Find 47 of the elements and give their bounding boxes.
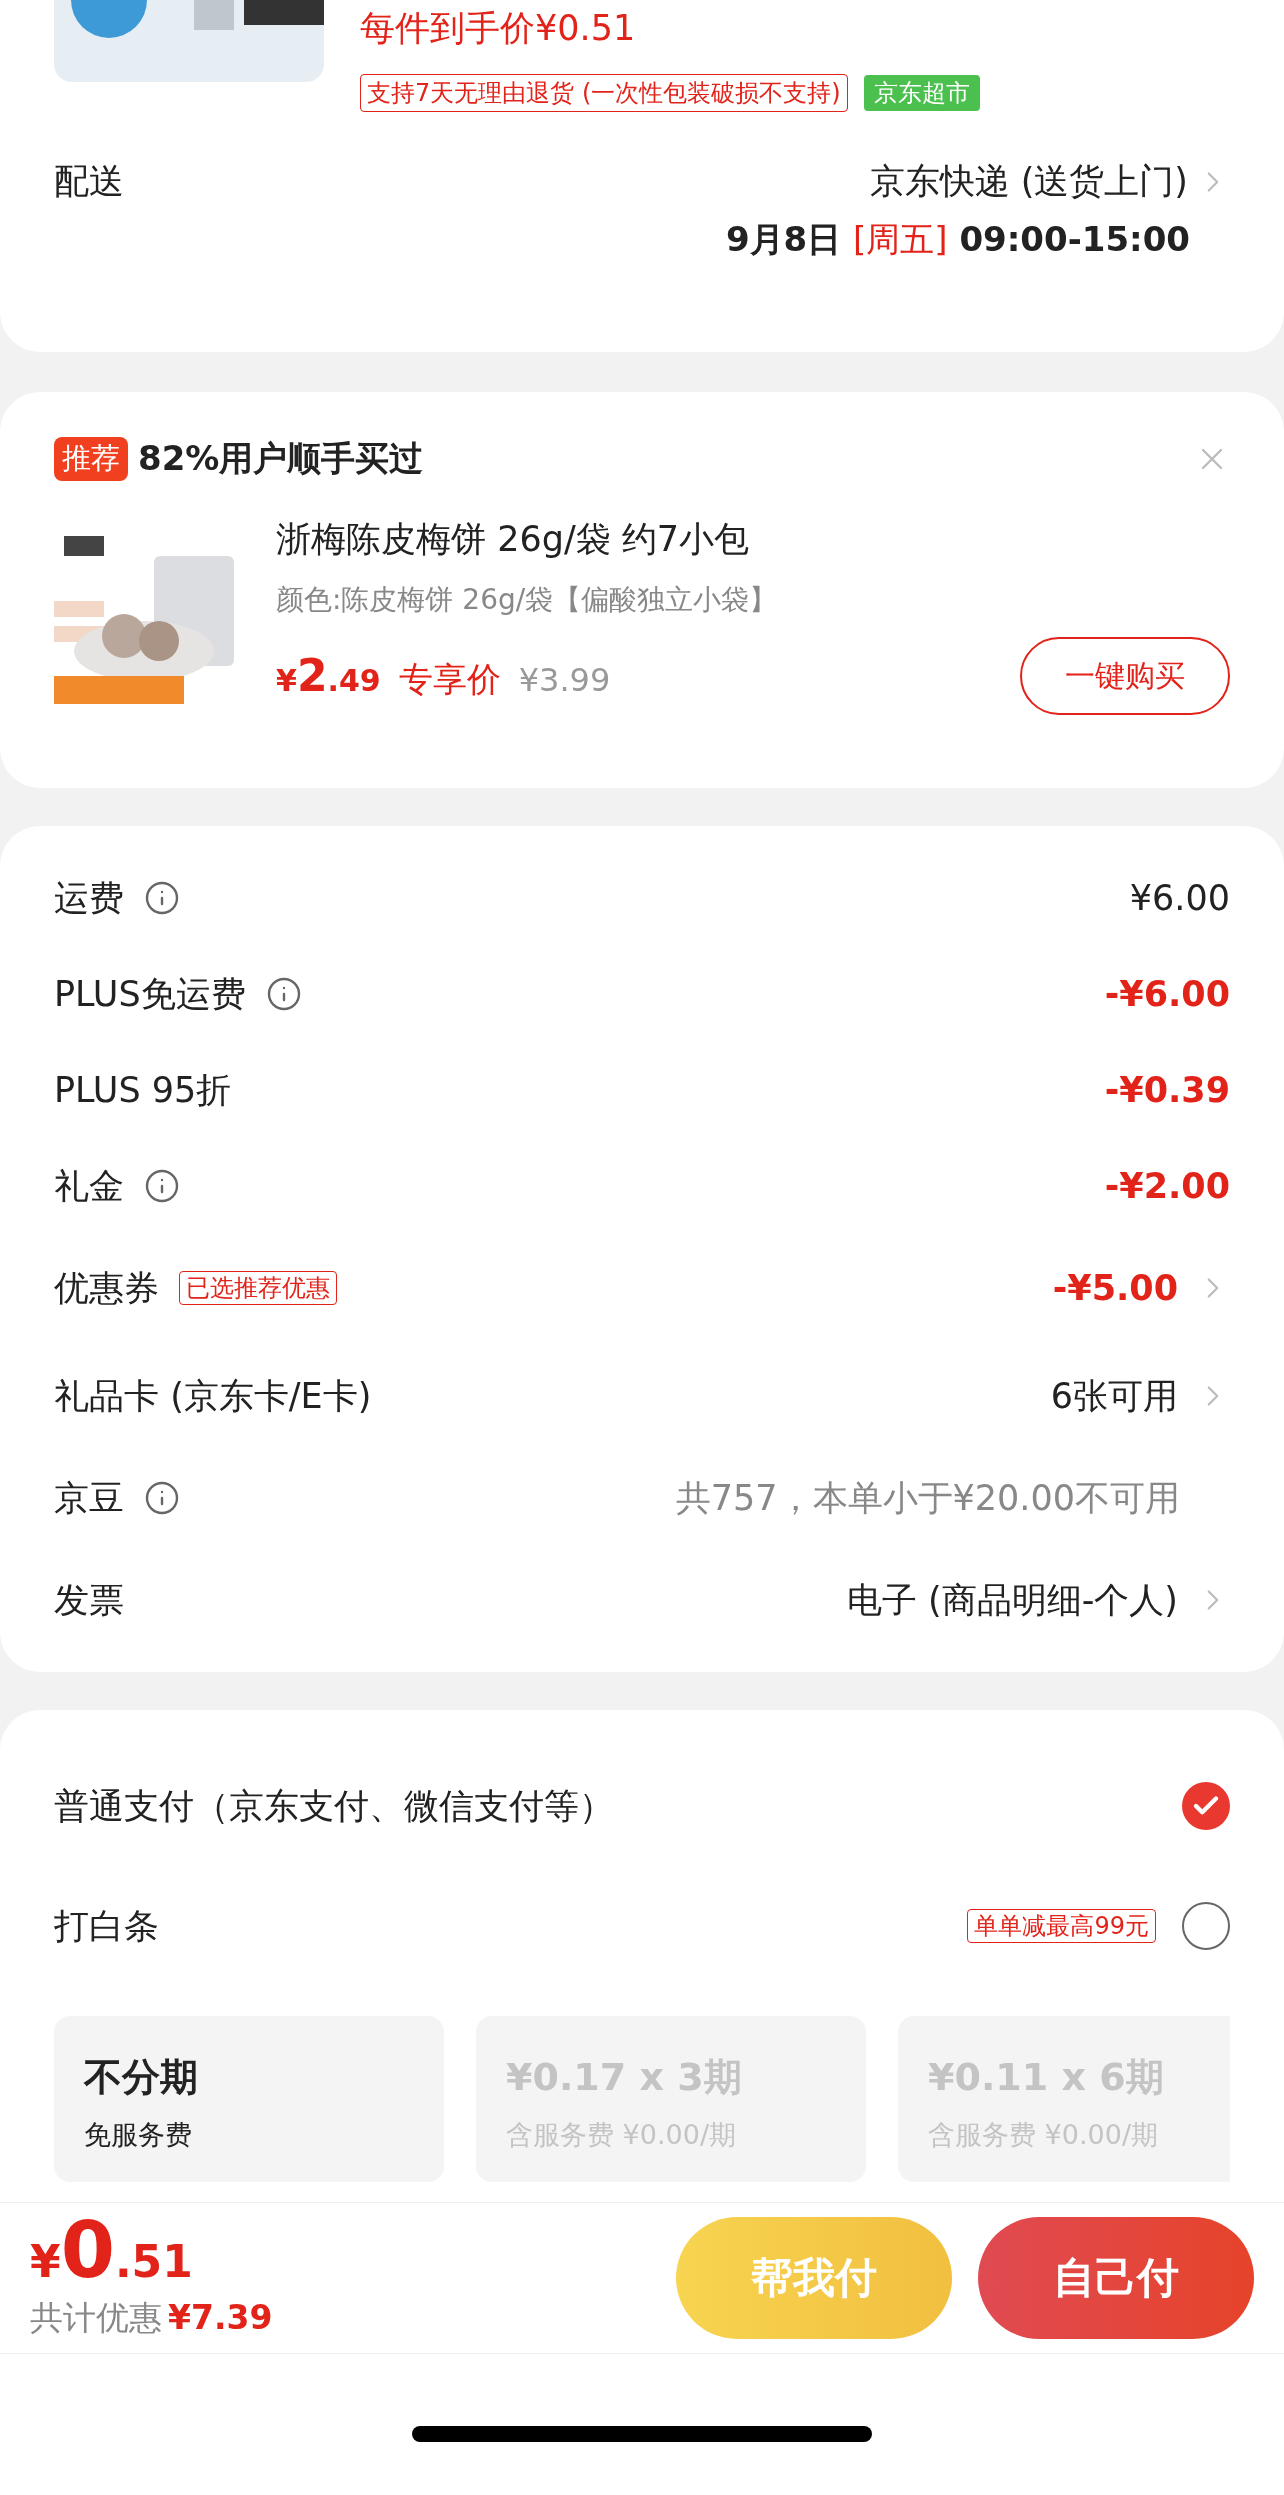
recommend-badge: 推荐 — [54, 437, 128, 481]
delivery-label: 配送 — [54, 160, 124, 203]
fee-value[interactable]: 6张可用 — [1050, 1372, 1178, 1420]
promo-tag: 单单减最高99元 — [967, 1909, 1156, 1943]
recommend-headline: 82%用户顺手买过 — [138, 437, 424, 480]
fee-label: 礼品卡 (京东卡/E卡) — [54, 1374, 372, 1418]
radio-button[interactable] — [1182, 1902, 1230, 1950]
fee-value: ¥6.00 — [1129, 878, 1230, 918]
payment-method-label: 普通支付（京东支付、微信支付等） — [54, 1784, 614, 1828]
fee-label: 运费 — [54, 876, 124, 920]
installment-option[interactable]: 不分期 免服务费 — [54, 2016, 444, 2182]
fee-value: -¥6.00 — [1104, 974, 1230, 1014]
store-tag: 京东超市 — [863, 75, 980, 111]
info-icon[interactable] — [144, 1168, 180, 1204]
fee-label: 优惠券 — [54, 1266, 159, 1310]
price-per-item: 每件到手价¥0.51 — [360, 7, 637, 50]
delivery-time: 9月8日 [周五] 09:00-15:00 — [725, 218, 1190, 261]
info-icon[interactable] — [265, 976, 302, 1012]
original-price: ¥3.99 — [518, 660, 611, 699]
product-spec: 颜色:陈皮梅饼 26g/袋【偏酸独立小袋】 — [276, 582, 779, 618]
fee-value[interactable]: 电子 (商品明细-个人) — [846, 1576, 1178, 1624]
fee-value[interactable]: -¥5.00 — [1052, 1268, 1178, 1308]
installment-title: 不分期 — [84, 2054, 199, 2101]
fee-value: -¥0.39 — [1104, 1070, 1230, 1110]
fee-label: PLUS免运费 — [54, 972, 246, 1016]
fee-value: -¥2.00 — [1104, 1166, 1230, 1206]
fee-label: PLUS 95折 — [54, 1068, 232, 1112]
product-title: 浙梅陈皮梅饼 26g/袋 约7小包 — [276, 518, 751, 561]
buy-now-button[interactable]: 一键购买 — [1020, 637, 1230, 715]
fee-label: 礼金 — [54, 1164, 124, 1208]
fee-label: 京豆 — [54, 1476, 124, 1520]
delivery-method[interactable]: 京东快递 (送货上门) — [869, 158, 1188, 205]
product-price: ¥2.49 — [276, 649, 381, 701]
savings-label: 共计优惠 — [30, 2296, 162, 2339]
price-label: 专享价 — [398, 657, 501, 701]
savings-amount: ¥7.39 — [168, 2297, 273, 2337]
installment-fee: 免服务费 — [84, 2118, 193, 2152]
fee-label: 发票 — [54, 1578, 124, 1622]
radio-button[interactable] — [1182, 1782, 1230, 1830]
info-icon[interactable] — [144, 880, 180, 916]
pay-button[interactable]: 自己付 — [978, 2217, 1254, 2339]
payment-method-label: 打白条 — [54, 1904, 159, 1948]
total-price: ¥0.51 — [30, 2215, 194, 2296]
fee-value: 共757，本单小于¥20.00不可用 — [675, 1476, 1180, 1520]
coupon-tag: 已选推荐优惠 — [179, 1271, 337, 1305]
return-policy-tag: 支持7天无理由退货 (一次性包装破损不支持) — [360, 74, 848, 112]
info-icon[interactable] — [144, 1480, 180, 1516]
